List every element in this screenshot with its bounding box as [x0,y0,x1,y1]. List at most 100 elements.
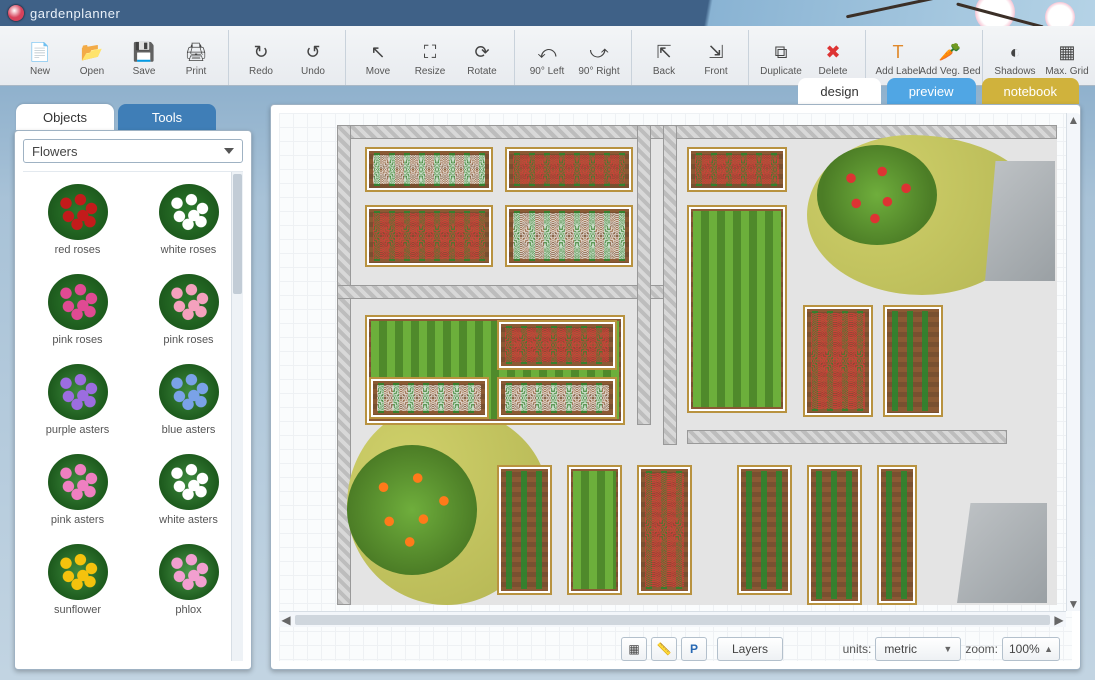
object-phlox[interactable]: phlox [134,538,243,624]
tree[interactable] [817,145,937,245]
garden-bed[interactable] [567,465,622,595]
object-sunflower[interactable]: sunflower [23,538,132,624]
object-white-roses[interactable]: white roses [134,178,243,264]
view-tab-preview[interactable]: preview [887,78,976,104]
delete-button[interactable]: ✖Delete [809,30,857,85]
units-label: units: [843,642,872,656]
save-button[interactable]: 💾Save [120,30,168,85]
ruler-toggle-button[interactable]: 📏 [651,637,677,661]
redo-icon: ↻ [250,41,272,63]
move-button[interactable]: ↖Move [354,30,402,85]
garden-bed[interactable] [497,465,552,595]
flower-icon [48,364,108,420]
garden-bed[interactable] [737,465,792,595]
canvas-vertical-scrollbar[interactable]: ▲ ▼ [1066,113,1080,611]
garden-bed[interactable] [637,465,692,595]
garden-bed[interactable] [877,465,917,605]
shed[interactable] [985,161,1055,281]
layers-button[interactable]: Layers [717,637,783,661]
garden-bed[interactable] [365,147,493,192]
scroll-left-icon[interactable]: ◀ [279,613,293,627]
zoom-input[interactable]: 100% ▲ [1002,637,1060,661]
wall[interactable] [337,125,351,605]
max-grid-label: Max. Grid [1045,66,1088,77]
plan-mode-button[interactable]: P [681,637,707,661]
shed[interactable] [957,503,1047,603]
delete-label: Delete [819,66,848,77]
canvas-viewport[interactable] [279,113,1072,661]
category-select[interactable]: Flowers [23,139,243,163]
print-button[interactable]: 🖨Print [172,30,220,85]
resize-button[interactable]: ⛶Resize [406,30,454,85]
shadows-label: Shadows [994,66,1035,77]
new-button[interactable]: 📄New [16,30,64,85]
garden-bed[interactable] [687,205,787,413]
duplicate-button[interactable]: ⧉Duplicate [757,30,805,85]
front-button[interactable]: ⇲ Front [692,30,740,85]
add-label-button[interactable]: TAdd Label [874,30,922,85]
garden-bed[interactable] [687,147,787,192]
grid-toggle-button[interactable]: ▦ [621,637,647,661]
open-button[interactable]: 📂Open [68,30,116,85]
flower-icon [48,454,108,510]
scroll-right-icon[interactable]: ▶ [1052,613,1066,627]
garden-bed[interactable] [505,147,633,192]
max-grid-button[interactable]: ▦Max. Grid [1043,30,1091,85]
scrollbar-thumb[interactable] [295,615,1050,625]
object-label: phlox [175,604,201,616]
object-grid-scrollbar[interactable] [231,172,243,661]
wall[interactable] [337,125,1057,139]
scroll-down-icon[interactable]: ▼ [1067,597,1080,611]
wall[interactable] [337,285,677,299]
wall[interactable] [663,125,677,445]
scrollbar-thumb[interactable] [233,174,242,294]
garden-plan[interactable] [337,125,1057,605]
rot-left-button[interactable]: ⤺90° Left [523,30,571,85]
garden-bed[interactable] [807,465,862,605]
garden-bed[interactable] [365,205,493,267]
object-blue-asters[interactable]: blue asters [134,358,243,444]
scroll-up-icon[interactable]: ▲ [1067,113,1080,127]
toolbar-group-edit: ⧉Duplicate✖Delete [749,30,866,85]
panel-tab-tools[interactable]: Tools [118,104,216,130]
titlebar-decor [665,0,1095,26]
units-select[interactable]: metric ▼ [875,637,961,661]
view-tab-notebook[interactable]: notebook [982,78,1080,104]
object-label: pink roses [163,334,213,346]
panel-body: Flowers red roseswhite rosespink rosespi… [14,130,252,670]
garden-bed[interactable] [883,305,943,417]
object-white-asters[interactable]: white asters [134,448,243,534]
wall[interactable] [687,430,1007,444]
rot-right-button[interactable]: ⤻90° Right [575,30,623,85]
flower-icon [159,184,219,240]
spinner-icon: ▲ [1044,644,1053,654]
rotate-button[interactable]: ⟳Rotate [458,30,506,85]
flower-icon [48,274,108,330]
object-red-roses[interactable]: red roses [23,178,132,264]
canvas-horizontal-scrollbar[interactable]: ◀ ▶ [279,611,1066,627]
garden-bed[interactable] [497,320,617,370]
toolbar-group-history: ↻Redo↺Undo [229,30,346,85]
undo-button[interactable]: ↺Undo [289,30,337,85]
garden-bed[interactable] [369,377,489,419]
object-pink-roses-1[interactable]: pink roses [23,268,132,354]
add-veg-bed-button[interactable]: 🥕Add Veg. Bed [926,30,974,85]
wall[interactable] [637,125,651,425]
object-grid-scroll[interactable]: red roseswhite rosespink rosespink roses… [23,171,243,661]
front-label: Front [704,66,727,77]
garden-bed[interactable] [803,305,873,417]
front-icon: ⇲ [705,41,727,63]
garden-bed[interactable] [505,205,633,267]
garden-bed[interactable] [497,377,617,419]
rot-right-label: 90° Right [578,66,619,77]
view-tab-design[interactable]: design [798,78,880,104]
panel-tab-objects[interactable]: Objects [16,104,114,130]
back-button[interactable]: ⇱Back [640,30,688,85]
object-purple-asters[interactable]: purple asters [23,358,132,444]
print-icon: 🖨 [185,41,207,63]
object-pink-roses-2[interactable]: pink roses [134,268,243,354]
redo-button[interactable]: ↻Redo [237,30,285,85]
object-pink-asters[interactable]: pink asters [23,448,132,534]
tree[interactable] [347,445,477,575]
shadows-button[interactable]: ◐Shadows [991,30,1039,85]
